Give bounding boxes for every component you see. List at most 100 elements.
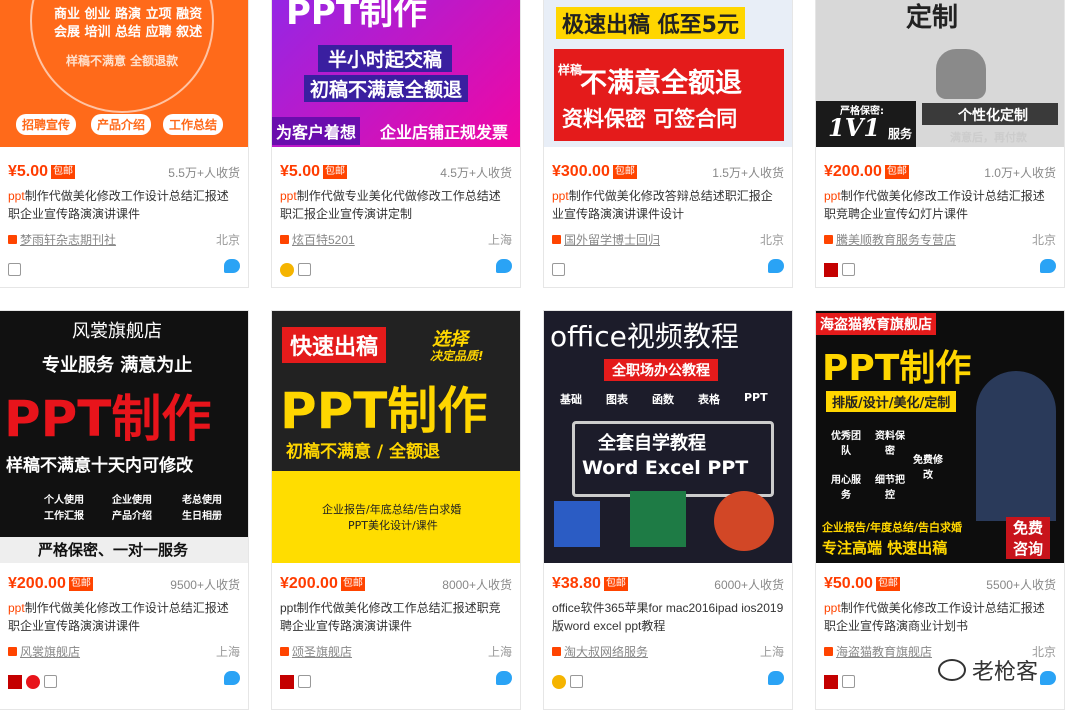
chat-icon[interactable] xyxy=(496,671,512,685)
price-row: ¥200.00 包邮 1.0万+人收货 xyxy=(824,161,1056,181)
product-title[interactable]: ppt制作代做美化修改工作设计总结汇报述职竞聘企业宣传幻灯片课件 xyxy=(824,187,1056,223)
product-title[interactable]: ppt制作代做专业美化代做修改工作总结述职汇报企业宣传演讲定制 xyxy=(280,187,512,223)
compare-checkbox[interactable] xyxy=(842,263,855,276)
shop-link[interactable]: 炫百特5201 xyxy=(292,233,355,247)
price-row: ¥5.00 包邮 4.5万+人收货 xyxy=(280,161,512,181)
compare-checkbox[interactable] xyxy=(298,675,311,688)
product-card-2[interactable]: PPT制作 半小时起交稿 初稿不满意全额退 为客户着想 企业店铺正规发票 ¥5.… xyxy=(271,0,521,288)
product-image-3[interactable]: 极速出稿 低至5元 样稿 不满意全额退 资料保密 可签合同 xyxy=(544,0,792,147)
product-card-3[interactable]: 极速出稿 低至5元 样稿 不满意全额退 资料保密 可签合同 ¥300.00 包邮 … xyxy=(543,0,793,288)
icons-row xyxy=(552,259,784,276)
compare-checkbox[interactable] xyxy=(570,675,583,688)
sales-count: 8000+人收货 xyxy=(442,578,512,592)
tmall-icon xyxy=(824,262,838,277)
location: 北京 xyxy=(215,233,240,247)
chat-icon[interactable] xyxy=(224,671,240,685)
flower-icon xyxy=(26,674,40,689)
product-card-7[interactable]: office视频教程 全职场办公教程 基础 图表 函数 表格 PPT 全套自学教… xyxy=(543,310,793,710)
thumb-line: 个人使用 xyxy=(44,495,84,506)
thumb-line: 图表 xyxy=(606,393,628,406)
product-image-2[interactable]: PPT制作 半小时起交稿 初稿不满意全额退 为客户着想 企业店铺正规发票 xyxy=(272,0,520,147)
product-title[interactable]: ppt制作代做美化修改工作设计总结汇报述职企业宣传路演商业计划书 xyxy=(824,599,1056,635)
icons-row xyxy=(8,671,240,689)
thumb-line: 基础 xyxy=(560,393,582,406)
product-image-8[interactable]: 海盗猫教育旗舰店 PPT制作 排版/设计/美化/定制 优秀团队 资料保密 免费修… xyxy=(816,311,1064,563)
sales-count: 1.0万+人收货 xyxy=(984,166,1056,180)
thumb-line: 不满意全额退 xyxy=(580,68,742,99)
location: 上海 xyxy=(487,233,512,247)
thumb-line: 样稿不满意十天内可修改 xyxy=(6,456,193,476)
shop-icon xyxy=(552,235,561,244)
product-card-8[interactable]: 海盗猫教育旗舰店 PPT制作 排版/设计/美化/定制 优秀团队 资料保密 免费修… xyxy=(815,310,1065,710)
compare-checkbox[interactable] xyxy=(298,263,311,276)
free-shipping-badge: 包邮 xyxy=(603,577,628,591)
price: ¥200.00 xyxy=(8,575,66,592)
location: 北京 xyxy=(759,233,784,247)
thumb-line: 初稿不满意 / 全额退 xyxy=(286,442,441,462)
compare-checkbox[interactable] xyxy=(552,263,565,276)
shop-link[interactable]: 騰美顺教育服务专营店 xyxy=(836,233,956,247)
thumb-line: PPT xyxy=(744,391,768,404)
product-title[interactable]: ppt制作代做美化修改工作设计总结汇报述职企业宣传路演演讲课件 xyxy=(8,599,240,635)
chat-icon[interactable] xyxy=(768,671,784,685)
thumb-line: PPT制作 xyxy=(286,0,428,33)
product-title[interactable]: ppt制作代做美化修改工作总结汇报述职竞聘企业宣传路演演讲课件 xyxy=(280,599,512,635)
shop-link[interactable]: 淘大叔网络服务 xyxy=(564,645,648,659)
thumb-line: 细节把控 xyxy=(875,475,905,501)
gold-seller-icon xyxy=(280,262,294,277)
compare-checkbox[interactable] xyxy=(8,263,21,276)
compare-checkbox[interactable] xyxy=(842,675,855,688)
product-title[interactable]: office软件365苹果for mac2016ipad ios2019版wor… xyxy=(552,599,784,635)
sales-count: 5500+人收货 xyxy=(986,578,1056,592)
product-image-1[interactable]: 商业 创业 路演 立项 融资 会展 培训 总结 应聘 叙述 样稿不满意 全额退款… xyxy=(0,0,248,147)
thumb-line: 海盗猫教育旗舰店 xyxy=(816,313,936,335)
chat-icon[interactable] xyxy=(768,259,784,273)
sales-count: 9500+人收货 xyxy=(170,578,240,592)
shop-link[interactable]: 颂圣旗舰店 xyxy=(292,645,352,659)
product-title[interactable]: ppt制作代做美化修改工作设计总结汇报述职企业宣传路演演讲课件 xyxy=(8,187,240,223)
free-shipping-badge: 包邮 xyxy=(51,165,76,179)
thumb-line: 服务 xyxy=(888,127,913,141)
shop-link[interactable]: 海盗猫教育旗舰店 xyxy=(836,645,932,659)
product-image-5[interactable]: 风裳旗舰店 专业服务 满意为止 PPT制作 样稿不满意十天内可修改 个人使用 企… xyxy=(0,311,248,563)
shop-link[interactable]: 梦雨轩杂志期刊社 xyxy=(20,233,116,247)
person-shape xyxy=(976,371,1056,521)
chat-icon[interactable] xyxy=(1040,259,1056,273)
thumb-line: 极速出稿 低至5元 xyxy=(556,7,745,39)
product-card-6[interactable]: 快速出稿 选择 决定品质! PPT制作 初稿不满意 / 全额退 企业报告/年底总… xyxy=(271,310,521,710)
price-row: ¥5.00 包邮 5.5万+人收货 xyxy=(8,161,240,181)
shop-link[interactable]: 风裳旗舰店 xyxy=(20,645,80,659)
price: ¥50.00 xyxy=(824,575,873,592)
thumb-line: Word Excel PPT xyxy=(582,457,749,479)
thumb-line: 用心服务 xyxy=(831,475,861,501)
product-card-5[interactable]: 风裳旗舰店 专业服务 满意为止 PPT制作 样稿不满意十天内可修改 个人使用 企… xyxy=(0,310,249,710)
product-image-4[interactable]: 定制 严格保密: 1V1 服务 个性化定制 满意后，再付款 xyxy=(816,0,1064,147)
product-card-1[interactable]: 商业 创业 路演 立项 融资 会展 培训 总结 应聘 叙述 样稿不满意 全额退款… xyxy=(0,0,249,288)
word-icon xyxy=(554,501,600,547)
thumb-line: 全职场办公教程 xyxy=(604,359,718,381)
thumb-line: 企业使用 xyxy=(112,495,152,506)
chat-icon[interactable] xyxy=(496,259,512,273)
shop-link[interactable]: 国外留学博士回归 xyxy=(564,233,660,247)
chat-icon[interactable] xyxy=(1040,671,1056,685)
thumb-line: 个性化定制 xyxy=(958,108,1028,124)
compare-checkbox[interactable] xyxy=(44,675,57,688)
sales-count: 4.5万+人收货 xyxy=(440,166,512,180)
thumb-line: 企业报告/年底总结/告白求婚 xyxy=(322,503,462,516)
product-image-6[interactable]: 快速出稿 选择 决定品质! PPT制作 初稿不满意 / 全额退 企业报告/年底总… xyxy=(272,311,520,563)
thumb-line: 决定品质! xyxy=(430,349,484,363)
chat-icon[interactable] xyxy=(224,259,240,273)
thumb-line: 严格保密、一对一服务 xyxy=(38,541,189,559)
product-image-7[interactable]: office视频教程 全职场办公教程 基础 图表 函数 表格 PPT 全套自学教… xyxy=(544,311,792,563)
thumb-line: 企业报告/年度总结/告白求婚 xyxy=(822,521,963,534)
thumb-line: 全套自学教程 xyxy=(598,433,706,454)
product-title[interactable]: ppt制作代做美化修改答辩总结述职汇报企业宣传路演演讲课件设计 xyxy=(552,187,784,223)
sales-count: 6000+人收货 xyxy=(714,578,784,592)
icons-row xyxy=(280,259,512,277)
thumb-chip: 招聘宣传 xyxy=(16,114,77,135)
thumb-line: 资料保密 可签合同 xyxy=(562,107,738,131)
price: ¥5.00 xyxy=(280,163,321,180)
price: ¥200.00 xyxy=(280,575,338,592)
thumb-line: 函数 xyxy=(652,393,674,406)
product-card-4[interactable]: 定制 严格保密: 1V1 服务 个性化定制 满意后，再付款 ¥200.00 包邮 … xyxy=(815,0,1065,288)
